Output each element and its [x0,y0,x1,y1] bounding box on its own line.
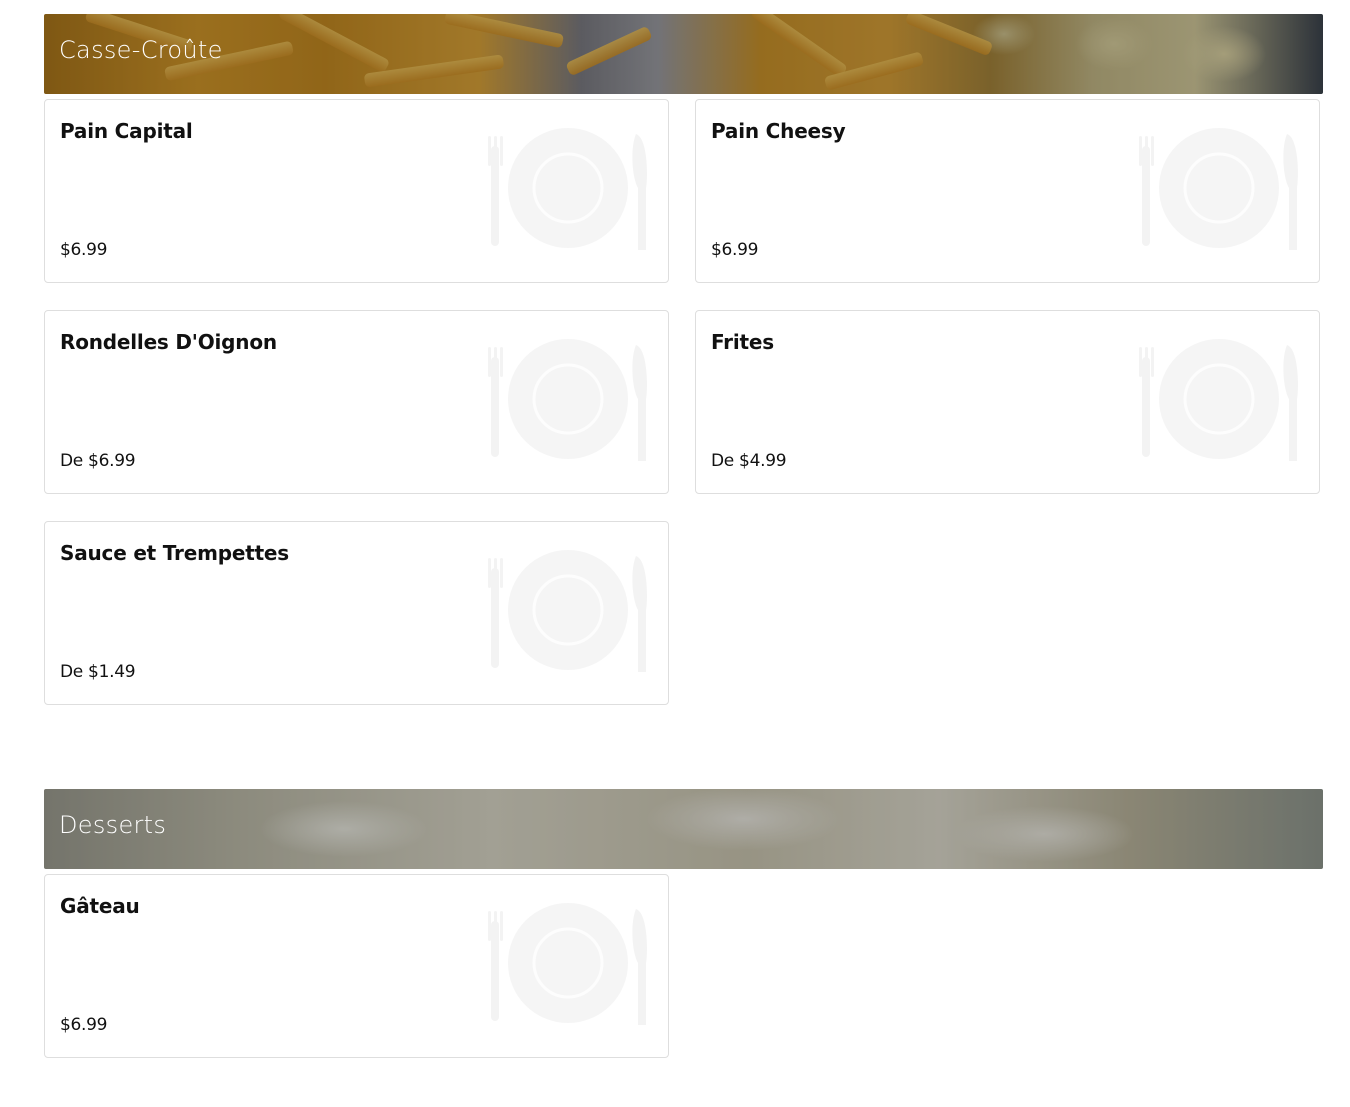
menu-item-price: De $1.49 [60,662,136,682]
menu-item-card[interactable]: Pain Capital $6.99 [44,99,669,283]
plate-fork-knife-icon [1139,128,1298,250]
menu-item-card[interactable]: Gâteau $6.99 [44,874,669,1058]
menu-item-name: Rondelles D'Oignon [60,330,277,354]
section-banner: Casse-Croûte [44,14,1323,94]
plate-fork-knife-icon [488,128,647,250]
menu-item-price: $6.99 [711,240,759,260]
menu-item-name: Sauce et Trempettes [60,541,289,565]
menu-item-price: $6.99 [60,1015,108,1035]
menu-item-card[interactable]: Frites De $4.99 [695,310,1320,494]
menu-section-casse-croute: Casse-Croûte Pain Capital $6.99 Pain Che… [44,14,1323,705]
menu-item-name: Pain Capital [60,119,193,143]
menu-section-desserts: Desserts Gâteau $6.99 [44,789,1323,1058]
section-banner: Desserts [44,789,1323,869]
menu-item-price: De $6.99 [60,451,136,471]
menu-item-card[interactable]: Rondelles D'Oignon De $6.99 [44,310,669,494]
menu-page: Casse-Croûte Pain Capital $6.99 Pain Che… [0,0,1350,1107]
menu-item-name: Gâteau [60,894,140,918]
menu-item-name: Pain Cheesy [711,119,846,143]
menu-item-card[interactable]: Pain Cheesy $6.99 [695,99,1320,283]
menu-item-price: De $4.99 [711,451,787,471]
section-title: Casse-Croûte [59,36,223,64]
plate-fork-knife-icon [488,550,647,672]
menu-item-name: Frites [711,330,774,354]
plate-fork-knife-icon [1139,339,1298,461]
plate-fork-knife-icon [488,339,647,461]
menu-item-card[interactable]: Sauce et Trempettes De $1.49 [44,521,669,705]
menu-item-price: $6.99 [60,240,108,260]
plate-fork-knife-icon [488,903,647,1025]
section-title: Desserts [59,811,167,839]
